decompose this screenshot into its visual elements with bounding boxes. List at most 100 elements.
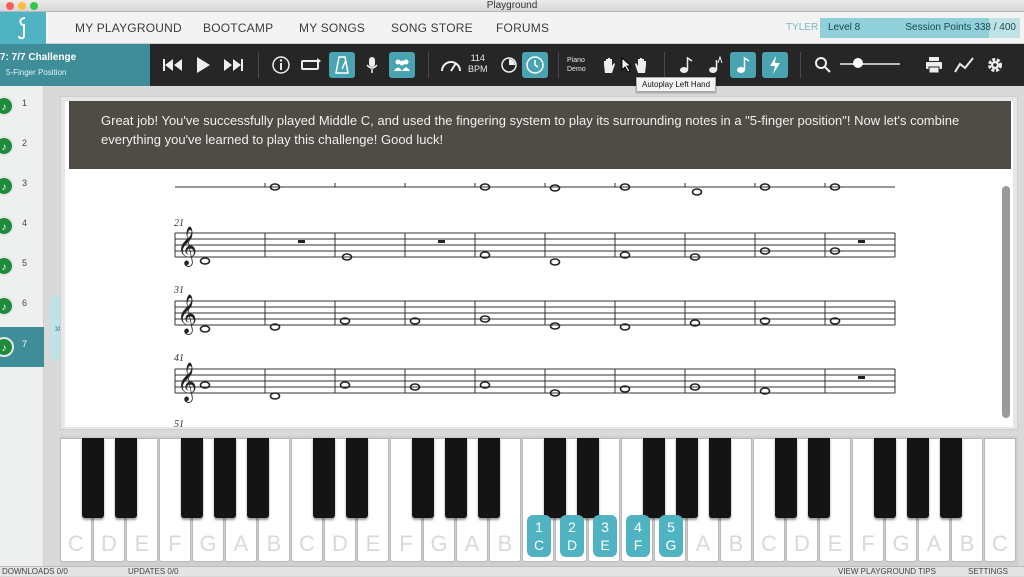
black-key[interactable] [775,438,797,518]
black-key[interactable] [247,438,269,518]
black-key[interactable] [346,438,368,518]
black-key[interactable] [82,438,104,518]
finger-note: E [600,537,610,553]
nav-song-store[interactable]: SONG STORE [391,12,473,44]
black-key[interactable] [940,438,962,518]
step-number: 4 [22,218,28,228]
key-label: E [827,531,843,556]
key-label: B [266,531,282,556]
key-label: F [861,531,875,556]
note-letters-button[interactable] [702,52,728,78]
black-key[interactable] [544,438,566,518]
black-key[interactable] [577,438,599,518]
sheet-music-page[interactable]: Great job! You've successfully played Mi… [65,101,1013,427]
notation-mode-button[interactable] [730,52,756,78]
note-names-button[interactable] [673,52,699,78]
black-key[interactable] [445,438,467,518]
wait-mode-button[interactable] [522,52,548,78]
key-label: A [464,531,480,556]
black-key[interactable] [412,438,434,518]
main-nav: MY PLAYGROUND BOOTCAMP MY SONGS SONG STO… [0,12,1024,44]
music-note-icon [737,56,750,73]
count-in-button[interactable] [496,52,522,78]
black-key[interactable] [874,438,896,518]
settings-button[interactable] [982,52,1008,78]
music-note-icon [680,56,693,73]
metronome-button[interactable] [329,52,355,78]
zoom-slider-track[interactable] [840,63,900,65]
finger-key-5: 5G [659,515,683,557]
sheet-scrollbar[interactable] [1002,186,1010,418]
black-key[interactable] [709,438,731,518]
key-label: F [168,531,182,556]
window-title: Playground [486,0,538,11]
step-item[interactable]: ♪ 2 [0,126,44,166]
step-item[interactable]: ♪ 4 [0,206,44,246]
print-button[interactable] [921,52,947,78]
black-key[interactable] [181,438,203,518]
app-logo-icon[interactable] [0,12,46,44]
measure-number: 41 [174,353,184,364]
toolbar-divider [428,52,429,78]
skip-forward-button[interactable] [220,52,246,78]
key-label: A [926,531,942,556]
user-name[interactable]: TYLER [786,12,818,44]
whole-rest [858,240,865,243]
step-number: 2 [22,138,28,148]
clock-icon [526,56,544,74]
step-item[interactable]: ♪ 6 [0,286,44,326]
finger-note: G [665,537,677,553]
info-button[interactable] [268,52,294,78]
key-label: C [299,531,315,556]
music-note-badge-icon: ♪ [0,216,14,236]
step-item[interactable]: ♪ 5 [0,246,44,286]
black-key[interactable] [643,438,665,518]
nav-bootcamp[interactable]: BOOTCAMP [203,12,273,44]
loop-button[interactable] [298,52,324,78]
microphone-button[interactable] [359,52,385,78]
step-item[interactable]: ♪ 1 [0,86,44,126]
bpm-readout[interactable]: 114 BPM [468,53,488,75]
progress-chart-button[interactable] [951,52,977,78]
lesson-subtitle: 5-Finger Position [6,68,67,77]
zoom-button[interactable] [810,52,836,78]
nav-my-songs[interactable]: MY SONGS [299,12,365,44]
black-key[interactable] [907,438,929,518]
nav-forums[interactable]: FORUMS [496,12,549,44]
whole-rest [438,240,445,243]
band-button[interactable] [389,52,415,78]
black-key[interactable] [676,438,698,518]
measure-number: 31 [173,285,184,296]
black-key[interactable] [115,438,137,518]
lesson-header[interactable]: 7: 7/7 Challenge 5-Finger Position [0,44,150,86]
tempo-gauge-button[interactable] [438,52,464,78]
quick-mode-button[interactable] [762,52,788,78]
finger-number: 3 [601,519,609,535]
status-bar: DOWNLOADS 0/0 UPDATES 0/0 VIEW PLAYGROUN… [0,566,1024,576]
skip-back-button[interactable] [160,52,186,78]
level-progress-bar: Level 8 Session Points 338 / 400 [820,18,1020,38]
black-key[interactable] [478,438,500,518]
step-number: 7 [22,339,28,349]
lightning-bolt-icon [770,56,780,74]
key-label: C [68,531,84,556]
microphone-icon [366,57,378,73]
step-item-active[interactable]: ♪ 7 [0,327,44,367]
autoplay-left-hand-button[interactable] [628,52,654,78]
step-item[interactable]: ♪ 3 [0,166,44,206]
whole-rest [858,376,865,379]
play-button[interactable] [190,52,216,78]
tooltip: Autoplay Left Hand [636,77,717,92]
toolbar-divider [558,52,559,78]
nav-my-playground[interactable]: MY PLAYGROUND [75,12,182,44]
zoom-slider-knob[interactable] [853,58,863,68]
finger-note: D [566,537,578,553]
score-notation: 𝄞 𝄞 𝄞 21 31 41 51 [173,183,896,427]
black-key[interactable] [313,438,335,518]
white-key[interactable]: C [984,438,1016,562]
music-note-badge-icon: ♪ [0,96,14,116]
black-key[interactable] [808,438,830,518]
black-key[interactable] [214,438,236,518]
whole-note [199,257,211,265]
level-label: Level 8 [828,22,861,33]
